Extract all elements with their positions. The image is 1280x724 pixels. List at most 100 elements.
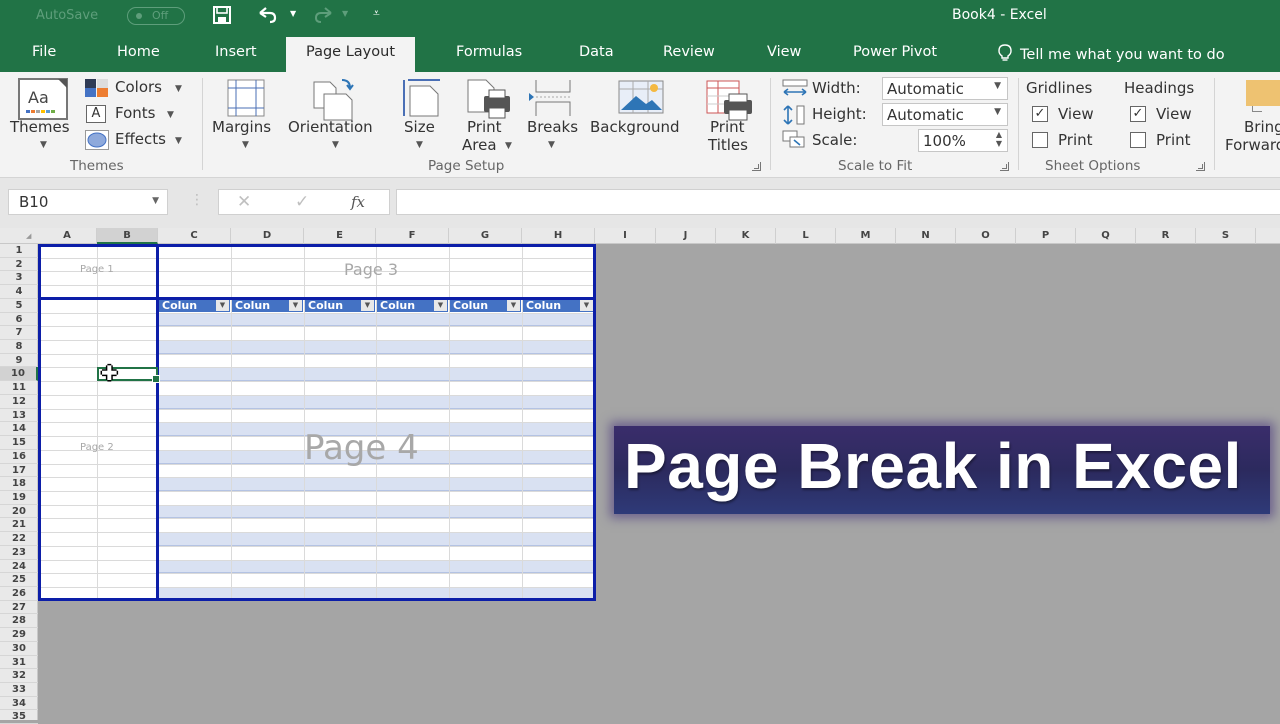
redo-dropdown-icon[interactable]: ▼ (342, 9, 348, 18)
column-header-d[interactable]: D (231, 228, 304, 244)
save-icon[interactable] (212, 5, 232, 30)
headings-view-checkbox[interactable]: ✓ (1130, 106, 1146, 122)
tab-data[interactable]: Data (579, 44, 614, 60)
column-header-c[interactable]: C (158, 228, 231, 244)
gridlines-print-checkbox[interactable] (1032, 132, 1048, 148)
row-header-10[interactable]: 10 (0, 367, 38, 382)
tell-me-search[interactable]: Tell me what you want to do (998, 44, 1225, 63)
undo-dropdown-icon[interactable]: ▼ (290, 9, 296, 18)
row-header-26[interactable]: 26 (0, 587, 38, 601)
column-header-r[interactable]: R (1136, 228, 1196, 244)
column-header-q[interactable]: Q (1076, 228, 1136, 244)
formula-input[interactable] (396, 189, 1280, 215)
column-header-s[interactable]: S (1196, 228, 1256, 244)
filter-dropdown-icon[interactable]: ▼ (434, 299, 447, 311)
headings-print-checkbox[interactable] (1130, 132, 1146, 148)
row-header-11[interactable]: 11 (0, 381, 38, 395)
column-header-n[interactable]: N (896, 228, 956, 244)
row-header-15[interactable]: 15 (0, 436, 38, 450)
row-header-29[interactable]: 29 (0, 628, 38, 642)
column-header-b[interactable]: B (97, 228, 158, 244)
row-header-9[interactable]: 9 (0, 354, 38, 368)
scale-to-fit-launcher-icon[interactable] (1000, 162, 1009, 171)
orientation-button[interactable]: Orientation ▼ (288, 78, 386, 158)
row-header-17[interactable]: 17 (0, 464, 38, 478)
row-header-32[interactable]: 32 (0, 669, 38, 684)
tab-home[interactable]: Home (117, 44, 160, 60)
row-header-3[interactable]: 3 (0, 271, 38, 286)
page-setup-launcher-icon[interactable] (752, 162, 761, 171)
row-header-27[interactable]: 27 (0, 601, 38, 615)
page-break-line[interactable] (38, 244, 596, 247)
filter-dropdown-icon[interactable]: ▼ (289, 299, 302, 311)
row-header-30[interactable]: 30 (0, 642, 38, 656)
filter-dropdown-icon[interactable]: ▼ (216, 299, 229, 311)
column-header-f[interactable]: F (376, 228, 449, 244)
tab-file[interactable]: File (32, 44, 56, 60)
column-header-h[interactable]: H (522, 228, 595, 244)
row-header-5[interactable]: 5 (0, 299, 38, 313)
column-header-k[interactable]: K (716, 228, 776, 244)
filter-dropdown-icon[interactable]: ▼ (361, 299, 374, 311)
width-dropdown[interactable]: Automatic ▼ (882, 77, 1008, 100)
customize-qat-icon[interactable]: ⩡ (373, 6, 380, 21)
row-header-6[interactable]: 6 (0, 313, 38, 327)
print-titles-button[interactable]: Print Titles (704, 78, 758, 158)
drag-handle-icon[interactable]: ⋮ (190, 192, 204, 208)
row-header-2[interactable]: 2 (0, 258, 38, 272)
background-button[interactable]: Background (590, 78, 694, 158)
table-header-cell[interactable]: Colun ▼ (523, 298, 594, 312)
insert-function-icon[interactable]: fx (351, 193, 365, 211)
row-header-22[interactable]: 22 (0, 532, 38, 546)
row-header-12[interactable]: 12 (0, 395, 38, 409)
row-header-25[interactable]: 25 (0, 573, 38, 587)
column-header-j[interactable]: J (656, 228, 716, 244)
tab-power-pivot[interactable]: Power Pivot (853, 44, 937, 60)
table-header-cell[interactable]: Colun ▼ (159, 298, 230, 312)
row-header-7[interactable]: 7 (0, 326, 38, 341)
tab-view[interactable]: View (767, 44, 801, 60)
row-header-24[interactable]: 24 (0, 560, 38, 574)
table-header-cell[interactable]: Colun ▼ (377, 298, 448, 312)
name-box[interactable]: B10 ▼ (8, 189, 168, 215)
row-header-33[interactable]: 33 (0, 683, 38, 697)
height-dropdown[interactable]: Automatic ▼ (882, 103, 1008, 126)
row-header-4[interactable]: 4 (0, 285, 38, 299)
column-header-a[interactable]: A (38, 228, 97, 244)
row-header-31[interactable]: 31 (0, 656, 38, 670)
row-header-28[interactable]: 28 (0, 614, 38, 629)
column-header-m[interactable]: M (836, 228, 896, 244)
column-header-i[interactable]: I (595, 228, 656, 244)
column-header-o[interactable]: O (956, 228, 1016, 244)
row-header-16[interactable]: 16 (0, 450, 38, 464)
spinner-arrows-icon[interactable]: ▲ ▼ (996, 130, 1002, 148)
table-header-cell[interactable]: Colun ▼ (450, 298, 521, 312)
table-header-cell[interactable]: Colun ▼ (305, 298, 375, 312)
redo-icon[interactable] (313, 5, 335, 30)
filter-dropdown-icon[interactable]: ▼ (507, 299, 520, 311)
row-header-35[interactable]: 35 (0, 710, 38, 724)
column-header-p[interactable]: P (1016, 228, 1076, 244)
scale-spinner[interactable]: 100% ▲ ▼ (918, 129, 1008, 152)
themes-label[interactable]: Themes (10, 118, 70, 136)
tab-review[interactable]: Review (663, 44, 715, 60)
sheet-options-launcher-icon[interactable] (1196, 162, 1205, 171)
page-break-line[interactable] (38, 297, 596, 301)
tab-formulas[interactable]: Formulas (456, 44, 522, 60)
cancel-icon[interactable]: ✕ (237, 192, 251, 212)
row-header-21[interactable]: 21 (0, 518, 38, 533)
bring-forward-button[interactable]: Bring Forward (1222, 78, 1280, 158)
undo-icon[interactable] (256, 5, 278, 30)
filter-dropdown-icon[interactable]: ▼ (580, 299, 593, 311)
themes-button[interactable]: Aa (16, 78, 70, 122)
margins-button[interactable]: Margins ▼ (212, 78, 282, 158)
row-header-34[interactable]: 34 (0, 697, 38, 711)
print-area-button[interactable]: Print Area ▼ (460, 78, 520, 158)
row-header-23[interactable]: 23 (0, 546, 38, 560)
row-header-13[interactable]: 13 (0, 409, 38, 423)
select-all-icon[interactable]: ◢ (26, 232, 31, 240)
autosave-toggle[interactable]: Off (127, 7, 185, 25)
column-header-g[interactable]: G (449, 228, 522, 244)
row-header-19[interactable]: 19 (0, 491, 38, 505)
table-header-cell[interactable]: Colun ▼ (232, 298, 303, 312)
